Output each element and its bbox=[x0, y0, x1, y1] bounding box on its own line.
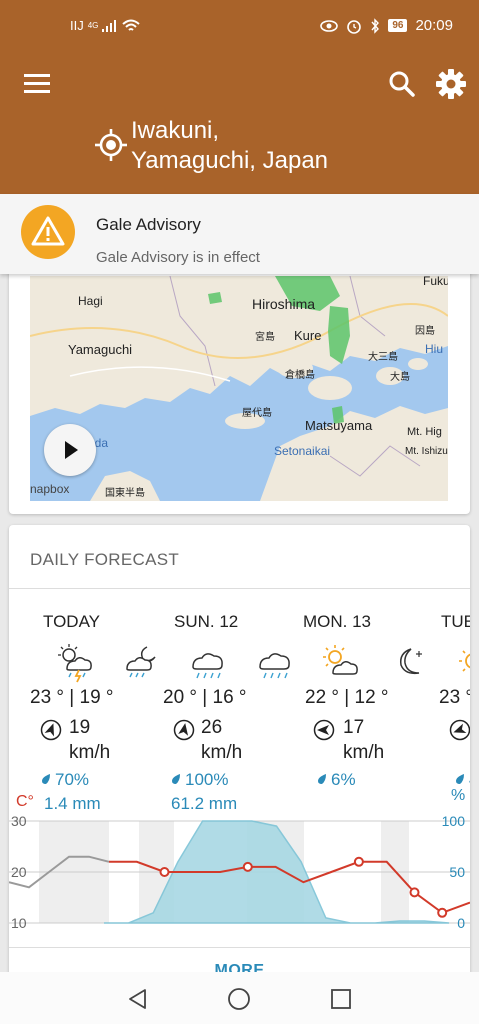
temperature-range: 20 ° | 16 ° bbox=[163, 687, 247, 708]
forecast-chart-svg: 30 20 10 100 50 0 bbox=[9, 813, 470, 931]
cloud-rain-icon bbox=[192, 653, 223, 679]
sun-cloud-icon bbox=[323, 645, 358, 675]
y-right-tick-label: 0 bbox=[457, 915, 465, 931]
wind-speed: 19 bbox=[69, 717, 91, 738]
bluetooth-icon bbox=[371, 17, 380, 34]
temperature-point bbox=[437, 907, 448, 918]
map-label: 屋代島 bbox=[242, 408, 272, 419]
forecast-header: DAILY FORECAST bbox=[30, 550, 180, 569]
temperature-range: 22 ° | 12 ° bbox=[305, 687, 389, 708]
gear-icon[interactable] bbox=[433, 66, 469, 102]
sun-thunder-rain-icon bbox=[58, 644, 92, 683]
wind-speed: 26 bbox=[201, 717, 223, 738]
alarm-icon bbox=[347, 19, 362, 34]
temperature-point bbox=[409, 887, 420, 898]
map-label: Fuku bbox=[423, 276, 448, 288]
wind-unit: km/h bbox=[201, 742, 243, 763]
day-name: TODAY bbox=[43, 612, 100, 631]
wind-unit: km/h bbox=[69, 742, 111, 763]
wind-direction-icon bbox=[40, 719, 62, 741]
play-icon bbox=[65, 441, 78, 459]
map-label: Hagi bbox=[78, 294, 103, 308]
network-label: 4G bbox=[87, 21, 99, 30]
map-label: Mt. Hig bbox=[407, 426, 442, 438]
wifi-icon bbox=[122, 19, 141, 31]
wind-direction-icon bbox=[173, 719, 195, 741]
alert-banner[interactable]: Gale Advisory Gale Advisory is in effect bbox=[0, 194, 479, 274]
map-label: Hiroshima bbox=[252, 296, 316, 312]
y-left-tick-label: 20 bbox=[11, 864, 27, 880]
y-right-tick-label: 100 bbox=[442, 813, 466, 829]
recent-apps-icon[interactable] bbox=[330, 988, 352, 1010]
radar-map[interactable]: Hagi Hiroshima Fuku Yamaguchi 宮島 Kure 倉橋… bbox=[30, 276, 448, 501]
map-label: 倉橋島 bbox=[285, 370, 315, 381]
day-name: MON. 13 bbox=[303, 612, 372, 631]
y-left-tick-label: 10 bbox=[11, 915, 27, 931]
search-icon[interactable] bbox=[386, 68, 418, 100]
y-right-tick-label: 50 bbox=[449, 864, 465, 880]
clock: 20:09 bbox=[415, 17, 453, 34]
wind-unit: km/h bbox=[343, 742, 385, 763]
map-label: 大三島 bbox=[368, 352, 398, 363]
sun-icon bbox=[459, 650, 470, 672]
my-location-icon[interactable] bbox=[94, 128, 128, 162]
daily-forecast-card: DAILY FORECAST TODAY 23 ° | 19 ° 19 km/h… bbox=[9, 525, 470, 985]
app-bar: Iwakuni, Yamaguchi, Japan bbox=[0, 56, 479, 194]
temperature-point bbox=[242, 861, 253, 872]
back-icon[interactable] bbox=[126, 987, 150, 1011]
map-label: Hiu bbox=[425, 342, 444, 356]
carrier-label: IIJ bbox=[70, 18, 84, 33]
location-title[interactable]: Iwakuni, Yamaguchi, Japan bbox=[131, 116, 451, 176]
eye-icon bbox=[320, 19, 339, 32]
battery-icon: 96 bbox=[388, 19, 408, 32]
y-left-tick-label: 30 bbox=[11, 813, 27, 829]
map-label: 大島 bbox=[390, 372, 410, 383]
navigation-bar bbox=[0, 972, 479, 1024]
temperature-point bbox=[159, 867, 170, 877]
forecast-chart: 30 20 10 100 50 0 bbox=[9, 783, 470, 933]
map-label: 国東半島 bbox=[105, 488, 145, 499]
wind-direction-icon bbox=[449, 719, 470, 741]
status-bar: IIJ 4G 96 20:09 bbox=[0, 0, 479, 56]
location-line-2: Yamaguchi, Japan bbox=[131, 147, 329, 174]
map-label: Setonaikai bbox=[274, 444, 331, 458]
alert-title: Gale Advisory bbox=[96, 215, 201, 234]
signal-icon bbox=[102, 19, 117, 32]
menu-icon[interactable] bbox=[22, 70, 54, 98]
location-line-1: Iwakuni, bbox=[131, 117, 220, 144]
alert-subtitle: Gale Advisory is in effect bbox=[96, 249, 260, 266]
temperature-range: 23 ° | 19 ° bbox=[30, 687, 114, 708]
map-label: 宮島 bbox=[255, 332, 275, 343]
wind-speed: 17 bbox=[343, 717, 365, 738]
play-button[interactable] bbox=[44, 424, 96, 476]
map-label: Yamaguchi bbox=[68, 342, 133, 357]
map-label: 因島 bbox=[415, 326, 435, 337]
map-label: Kure bbox=[294, 328, 322, 343]
status-left: IIJ 4G bbox=[70, 18, 141, 33]
status-right: 96 20:09 bbox=[320, 17, 453, 34]
map-attribution[interactable]: napbox bbox=[30, 482, 69, 496]
home-icon[interactable] bbox=[227, 987, 251, 1011]
warning-icon bbox=[21, 205, 75, 259]
map-label: Mt. Ishizuchi bbox=[405, 446, 448, 457]
day-name: TUE bbox=[441, 612, 470, 631]
day-name: SUN. 12 bbox=[174, 612, 239, 631]
wind-direction-icon bbox=[313, 719, 335, 741]
temperature-range: 23 ° bbox=[439, 687, 470, 708]
map-label: Matsuyama bbox=[305, 418, 373, 433]
radar-map-card: Hagi Hiroshima Fuku Yamaguchi 宮島 Kure 倉橋… bbox=[9, 262, 470, 514]
temperature-point bbox=[353, 856, 364, 867]
